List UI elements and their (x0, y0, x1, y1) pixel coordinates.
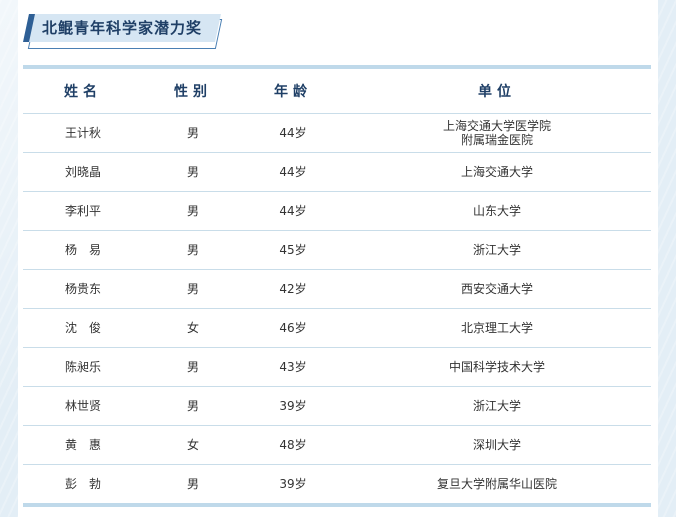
cell-gender: 女 (143, 425, 243, 465)
section-title-banner: 北鲲青年科学家潜力奖 (23, 14, 226, 50)
header-gender: 性别 (143, 69, 243, 114)
cell-gender: 男 (143, 347, 243, 387)
cell-age: 43岁 (243, 347, 343, 387)
cell-name: 彭 勃 (64, 477, 101, 491)
cell-name: 黄 惠 (23, 425, 143, 465)
cell-unit: 上海交通大学 (343, 152, 651, 192)
cell-age: 44岁 (243, 152, 343, 192)
table-row: 王计秋男 44岁 上海交通大学医学院 附属瑞金医院 (23, 113, 651, 153)
cell-unit: 北京理工大学 (343, 308, 651, 348)
cell-age: 46岁 (243, 308, 343, 348)
cell-name: 杨 易 (23, 230, 143, 270)
unit-line: 上海交通大学医学院 (442, 119, 551, 133)
table-row: 李利平男 44岁 山东大学 (23, 191, 651, 231)
cell-gender: 女 (143, 308, 243, 348)
cell-age: 42岁 (243, 269, 343, 309)
award-table-container: 姓名 性别 年龄 单位 王计秋男 44岁 上海交通大学医学院 附属瑞金医院 刘晓晶男 44… (23, 65, 651, 507)
cell-unit: 山东大学 (343, 191, 651, 231)
cell-unit: 复旦大学附属华山医院 (343, 465, 651, 504)
cell-gender: 男 (143, 152, 243, 192)
cell-name: 李利平 (23, 191, 143, 231)
unit-line: 北京理工大学 (460, 321, 533, 335)
table-row: 刘晓晶男 44岁 上海交通大学 (23, 152, 651, 192)
unit-line: 上海交通大学 (460, 165, 533, 179)
cell-gender: 男 (186, 477, 199, 491)
table-row: 黄 惠女 48岁 深圳大学 (23, 425, 651, 465)
cell-name: 林世贤 (23, 386, 143, 426)
cell-unit: 中国科学技术大学 (343, 347, 651, 387)
header-name: 姓名 (23, 69, 143, 114)
cell-name: 刘晓晶 (23, 152, 143, 192)
award-table: 姓名 性别 年龄 单位 王计秋男 44岁 上海交通大学医学院 附属瑞金医院 刘晓晶男 44… (23, 69, 651, 503)
table-body: 王计秋男 44岁 上海交通大学医学院 附属瑞金医院 刘晓晶男 44岁 上海交通大学 李利平男 4… (23, 113, 651, 504)
header-age: 年龄 (243, 69, 343, 114)
unit-line: 浙江大学 (472, 399, 521, 413)
cell-unit: 上海交通大学医学院 附属瑞金医院 (343, 113, 651, 153)
cell-gender: 男 (143, 386, 243, 426)
cell-name: 陈昶乐 (23, 347, 143, 387)
section-title: 北鲲青年科学家潜力奖 (42, 19, 203, 37)
unit-line: 附属瑞金医院 (460, 133, 533, 147)
cell-age: 44岁 (243, 191, 343, 231)
cell-gender: 男 (143, 113, 243, 153)
cell-gender: 男 (143, 230, 243, 270)
cell-unit: 深圳大学 (343, 425, 651, 465)
cell-name: 杨贵东 (23, 269, 143, 309)
cell-age: 48岁 (243, 425, 343, 465)
cell-age: 39岁 (279, 477, 307, 491)
cell-unit: 浙江大学 (343, 230, 651, 270)
cell-age: 39岁 (243, 386, 343, 426)
unit-line: 西安交通大学 (460, 282, 533, 296)
table-header-row: 姓名 性别 年龄 单位 (23, 69, 651, 114)
content-card: 北鲲青年科学家潜力奖 姓名 性别 年龄 单位 王计秋男 44岁 上海交通大学医学院附… (18, 0, 658, 517)
unit-line: 浙江大学 (472, 243, 521, 257)
table-bottom-bar (23, 503, 651, 507)
cell-gender: 男 (143, 191, 243, 231)
cell-age: 44岁 (243, 113, 343, 153)
table-row: 沈 俊女 46岁 北京理工大学 (23, 308, 651, 348)
table-row: 杨贵东男 42岁 西安交通大学 (23, 269, 651, 309)
table-row: 陈昶乐男 43岁 中国科学技术大学 (23, 347, 651, 387)
header-unit: 单位 (343, 69, 651, 114)
cell-age: 45岁 (243, 230, 343, 270)
table-row: 彭 勃 男 39岁 复旦大学附属华山医院 (23, 465, 651, 504)
table-row: 林世贤男 39岁 浙江大学 (23, 386, 651, 426)
cell-gender: 男 (143, 269, 243, 309)
unit-line: 复旦大学附属华山医院 (436, 477, 557, 491)
cell-unit: 西安交通大学 (343, 269, 651, 309)
table-row: 杨 易男 45岁 浙江大学 (23, 230, 651, 270)
cell-name: 沈 俊 (23, 308, 143, 348)
cell-unit: 浙江大学 (343, 386, 651, 426)
unit-line: 山东大学 (472, 204, 521, 218)
cell-name: 王计秋 (23, 113, 143, 153)
unit-line: 深圳大学 (472, 438, 521, 452)
unit-line: 中国科学技术大学 (448, 360, 545, 374)
